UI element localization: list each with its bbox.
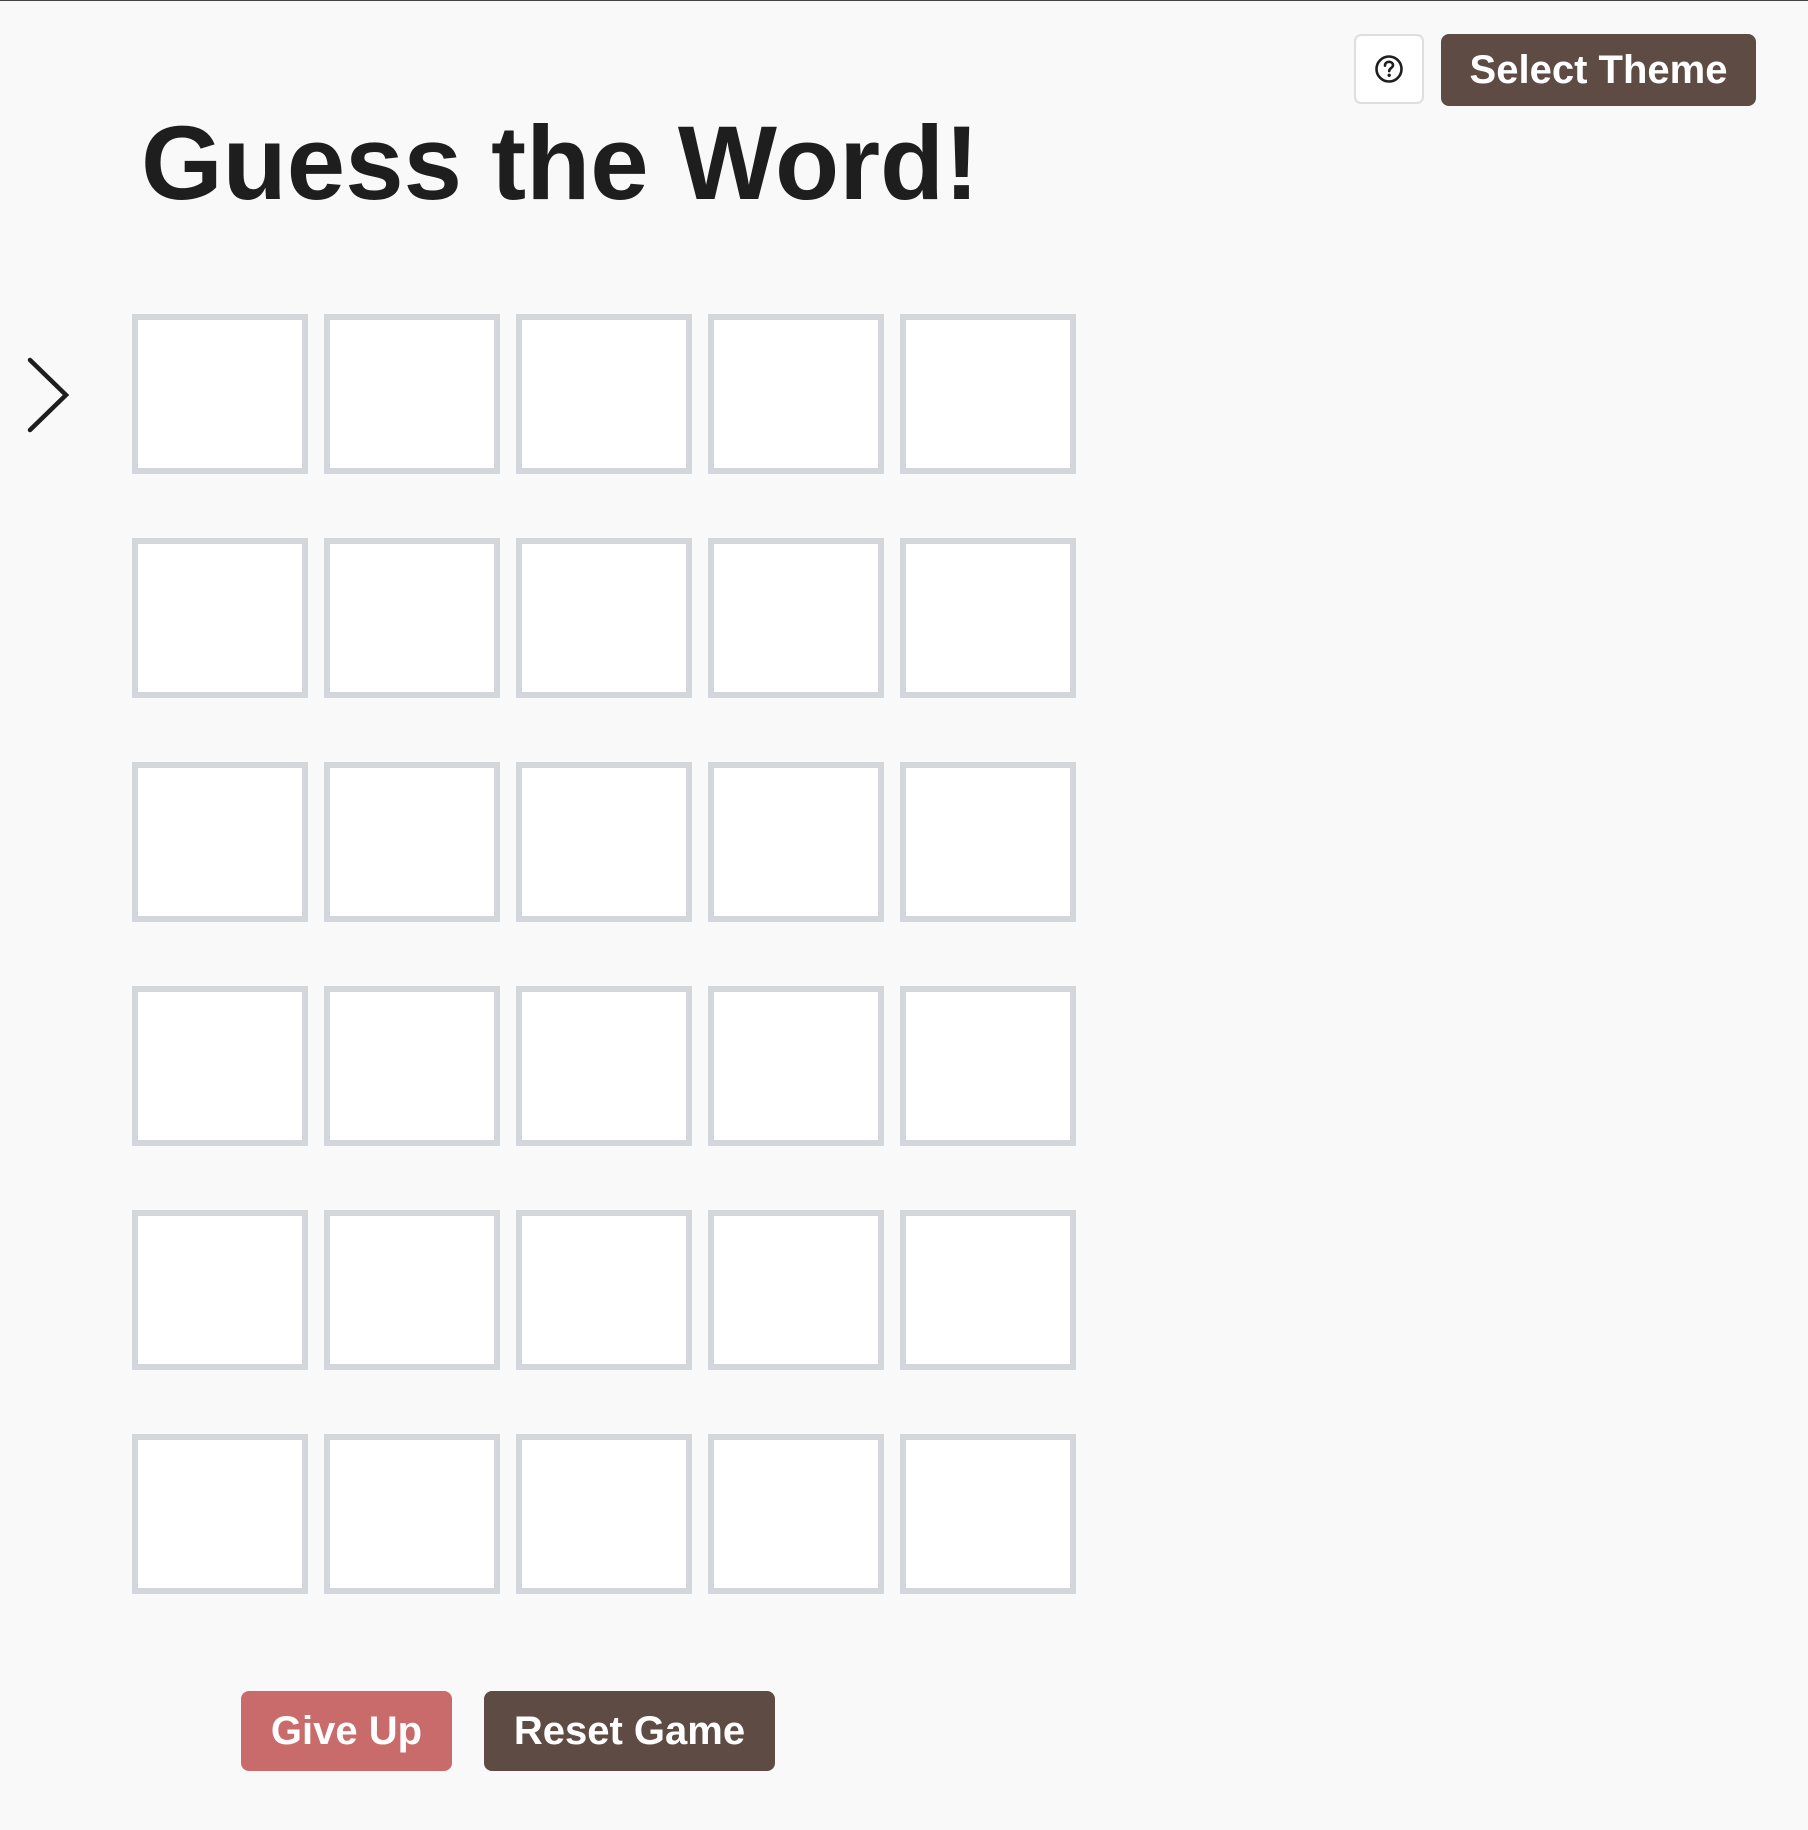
letter-tile[interactable] — [516, 314, 692, 474]
letter-tile[interactable] — [516, 1434, 692, 1594]
letter-tile[interactable] — [324, 1210, 500, 1370]
letter-tile[interactable] — [708, 762, 884, 922]
letter-tile[interactable] — [516, 986, 692, 1146]
board-row — [132, 1210, 1076, 1370]
board-row — [132, 314, 1076, 474]
letter-tile[interactable] — [324, 986, 500, 1146]
page-title: Guess the Word! — [141, 105, 980, 222]
help-button[interactable] — [1354, 34, 1424, 104]
board-row — [132, 986, 1076, 1146]
letter-tile[interactable] — [132, 986, 308, 1146]
letter-tile[interactable] — [900, 1210, 1076, 1370]
game-board — [132, 314, 1076, 1594]
board-row — [132, 1434, 1076, 1594]
reset-game-button[interactable]: Reset Game — [484, 1691, 775, 1771]
letter-tile[interactable] — [132, 762, 308, 922]
letter-tile[interactable] — [324, 538, 500, 698]
letter-tile[interactable] — [324, 314, 500, 474]
letter-tile[interactable] — [132, 314, 308, 474]
letter-tile[interactable] — [900, 986, 1076, 1146]
chevron-right-icon — [27, 357, 70, 433]
board-row — [132, 538, 1076, 698]
select-theme-button[interactable]: Select Theme — [1441, 34, 1756, 106]
letter-tile[interactable] — [132, 1434, 308, 1594]
letter-tile[interactable] — [516, 1210, 692, 1370]
letter-tile[interactable] — [324, 762, 500, 922]
letter-tile[interactable] — [708, 986, 884, 1146]
give-up-button[interactable]: Give Up — [241, 1691, 452, 1771]
letter-tile[interactable] — [132, 538, 308, 698]
letter-tile[interactable] — [516, 762, 692, 922]
letter-tile[interactable] — [900, 762, 1076, 922]
letter-tile[interactable] — [708, 1434, 884, 1594]
letter-tile[interactable] — [900, 538, 1076, 698]
letter-tile[interactable] — [708, 1210, 884, 1370]
letter-tile[interactable] — [708, 314, 884, 474]
letter-tile[interactable] — [516, 538, 692, 698]
board-row — [132, 762, 1076, 922]
question-circle-icon — [1375, 55, 1403, 83]
letter-tile[interactable] — [900, 1434, 1076, 1594]
letter-tile[interactable] — [132, 1210, 308, 1370]
letter-tile[interactable] — [324, 1434, 500, 1594]
letter-tile[interactable] — [900, 314, 1076, 474]
letter-tile[interactable] — [708, 538, 884, 698]
